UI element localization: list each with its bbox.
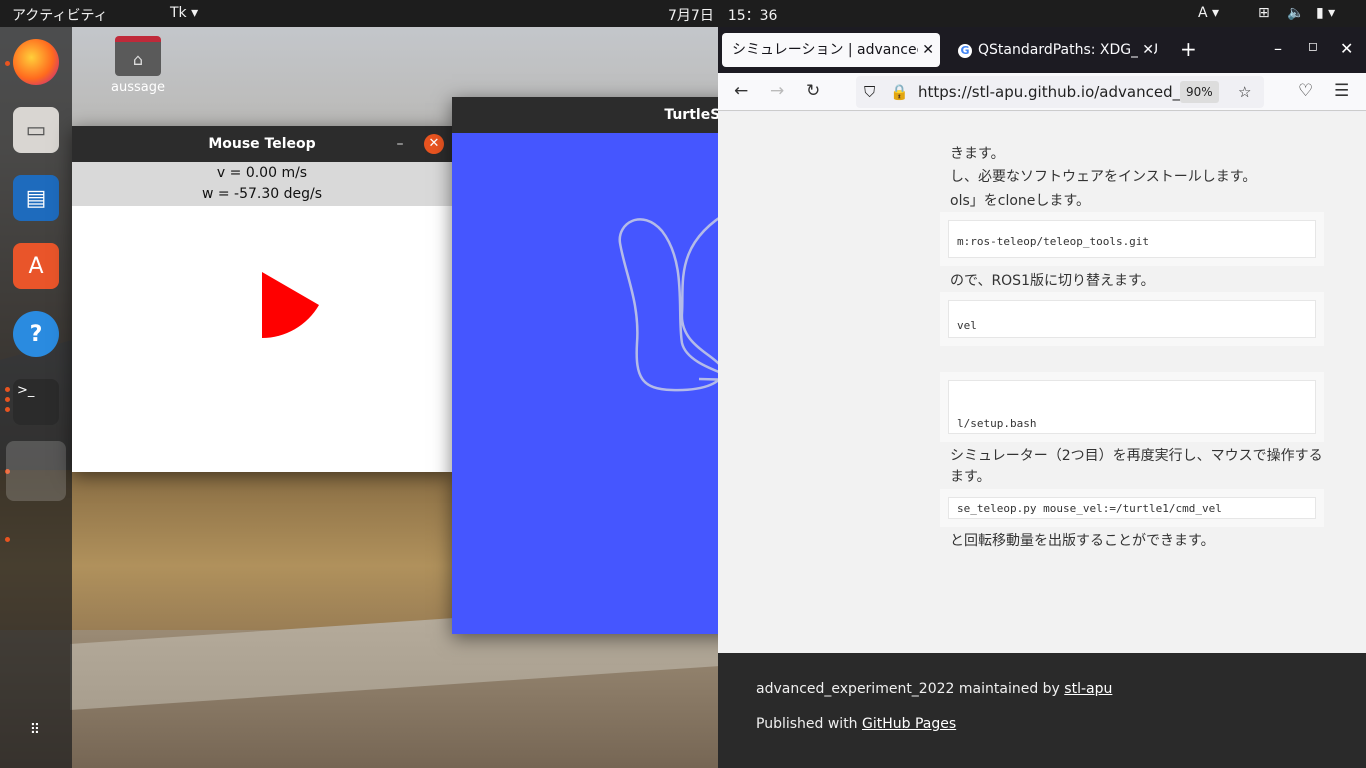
github-pages-link[interactable]: GitHub Pages	[862, 716, 956, 732]
close-button[interactable]: ✕	[424, 134, 444, 154]
url-text[interactable]: https://stl-apu.github.io/advanced_ex	[918, 76, 1198, 108]
tab-qstandardpaths[interactable]: G QStandardPaths: XDG_RU ✕	[948, 33, 1160, 67]
firefox-icon[interactable]	[13, 39, 59, 85]
tab-simulation[interactable]: シミュレーション | advanced ✕	[722, 33, 940, 67]
velocity-wedge	[262, 272, 319, 338]
firefox-window: シミュレーション | advanced ✕ G QStandardPaths: X…	[718, 27, 1366, 768]
show-apps-icon[interactable]: ⠿	[13, 707, 59, 753]
close-tab-icon[interactable]: ✕	[918, 33, 934, 67]
minimize-button[interactable]: –	[388, 126, 412, 162]
url-bar[interactable]: ⛉ 🔒 https://stl-apu.github.io/advanced_e…	[856, 76, 1264, 108]
bookmark-star-icon[interactable]: ☆	[1238, 76, 1251, 108]
text-line: ols」をcloneします。	[950, 193, 1090, 209]
files-icon[interactable]: ▭	[13, 107, 59, 153]
code-block: l/setup.bash	[948, 380, 1316, 434]
app-menu[interactable]: Tk ▾	[170, 5, 198, 21]
text-line: ので、ROS1版に切り替えます。	[950, 273, 1155, 289]
text-line: と回転移動量を出版することができます。	[950, 533, 1215, 549]
battery-icon[interactable]: ▮ ▾	[1316, 5, 1335, 21]
home-folder-label: aussage	[111, 80, 165, 95]
back-icon[interactable]: ←	[734, 81, 748, 101]
reload-icon[interactable]: ↻	[806, 81, 820, 101]
angular-velocity: w = -57.30 deg/s	[201, 186, 323, 202]
text-line: ます。	[950, 469, 991, 485]
close-tab-icon[interactable]: ✕	[1138, 33, 1154, 67]
top-bar: アクティビティ Tk ▾ 7月7日 15：36 A ▾ ⊞ 🔈 ▮ ▾	[0, 0, 1366, 27]
page-content: きます。 し、必要なソフトウェアをインストールします。 ols」をcloneしま…	[718, 112, 1366, 653]
software-icon[interactable]: A	[13, 243, 59, 289]
text-line: きます。	[950, 146, 1005, 162]
close-window-button[interactable]: ✕	[1340, 39, 1353, 58]
clock[interactable]: 7月7日 15：36	[668, 5, 777, 25]
shield-icon[interactable]: ⛉	[864, 76, 875, 108]
help-icon[interactable]: ?	[13, 311, 59, 357]
dock: ▭ ▤ A ? >_ ⠿	[0, 27, 72, 768]
footer-text: advanced_experiment_2022 maintained by	[756, 681, 1065, 697]
zoom-indicator[interactable]: 90%	[1180, 81, 1219, 103]
input-method-indicator[interactable]: A ▾	[1198, 5, 1219, 21]
network-icon[interactable]: ⊞	[1258, 5, 1270, 21]
mouse-teleop-titlebar[interactable]: Mouse Teleop – ✕	[72, 126, 452, 162]
home-folder-icon[interactable]: ⌂ aussage	[108, 36, 168, 95]
menu-icon[interactable]: ☰	[1334, 81, 1349, 101]
footer-text: Published with	[756, 716, 863, 732]
lock-icon[interactable]: 🔒	[890, 76, 909, 108]
text-line: し、必要なソフトウェアをインストールします。	[950, 169, 1257, 185]
minimize-button[interactable]: –	[1274, 39, 1282, 58]
code-block: vel	[948, 300, 1316, 338]
tab-bar: シミュレーション | advanced ✕ G QStandardPaths: X…	[718, 27, 1366, 73]
input-method-label: A	[1198, 5, 1208, 21]
volume-icon[interactable]: 🔈	[1287, 5, 1304, 21]
code-block: se_teleop.py mouse_vel:=/turtle1/cmd_vel	[948, 497, 1316, 519]
app-icon[interactable]	[6, 441, 66, 501]
tab-label: シミュレーション | advanced	[732, 42, 926, 58]
maintainer-link[interactable]: stl-apu	[1064, 681, 1112, 697]
terminal-icon[interactable]: >_	[13, 379, 59, 425]
text-line: シミュレーター（2つ目）を再度実行し、マウスで操作する	[950, 448, 1323, 464]
code-block: m:ros-teleop/teleop_tools.git	[948, 220, 1316, 258]
page-footer: advanced_experiment_2022 maintained by s…	[718, 653, 1366, 768]
teleop-canvas[interactable]	[72, 206, 452, 472]
writer-icon[interactable]: ▤	[13, 175, 59, 221]
navigation-bar: ← → ↻ ⛉ 🔒 https://stl-apu.github.io/adva…	[718, 73, 1366, 111]
new-tab-button[interactable]: +	[1180, 37, 1197, 61]
mouse-teleop-window: Mouse Teleop – ✕ v = 0.00 m/s w = -57.30…	[72, 126, 452, 472]
maximize-button[interactable]: ◻	[1308, 39, 1318, 53]
app-menu-label: Tk	[170, 5, 187, 21]
footer-line-1: advanced_experiment_2022 maintained by s…	[756, 681, 1112, 697]
forward-icon[interactable]: →	[770, 81, 784, 101]
tab-label: QStandardPaths: XDG_RU	[978, 42, 1159, 58]
velocity-readout: v = 0.00 m/s w = -57.30 deg/s	[72, 162, 452, 206]
linear-velocity: v = 0.00 m/s	[216, 165, 308, 181]
google-icon: G	[958, 44, 972, 58]
home-icon: ⌂	[115, 36, 161, 76]
activities-button[interactable]: アクティビティ	[12, 5, 108, 25]
footer-line-2: Published with GitHub Pages	[756, 716, 956, 732]
pocket-icon[interactable]: ♡	[1298, 81, 1313, 101]
window-title: Mouse Teleop	[208, 136, 316, 152]
